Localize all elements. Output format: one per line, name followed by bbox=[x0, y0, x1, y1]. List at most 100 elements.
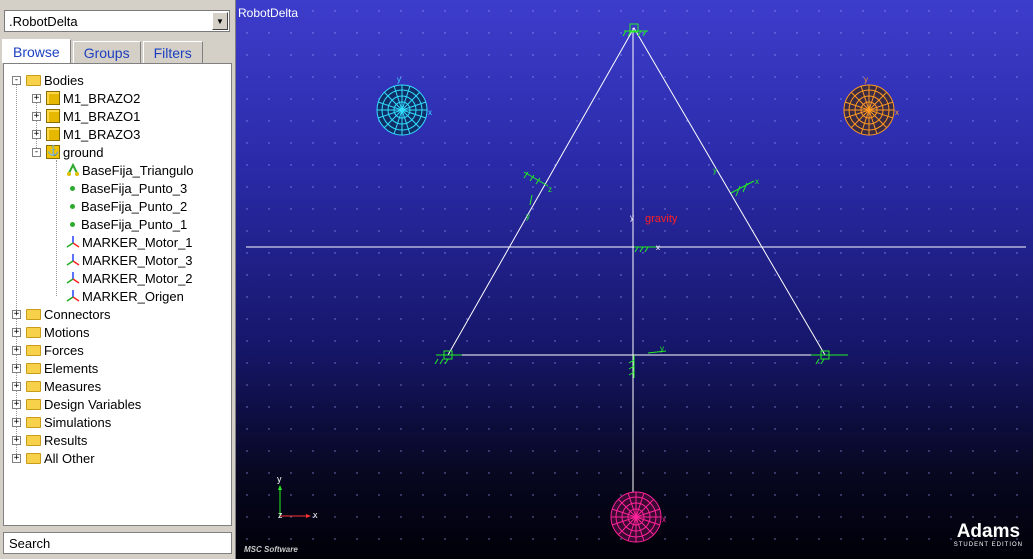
browser-tabs: Browse Groups Filters bbox=[2, 39, 205, 63]
tree-label: MARKER_Origen bbox=[82, 288, 184, 304]
tree-item-marker-motor-2[interactable]: MARKER_Motor_2 bbox=[66, 269, 193, 287]
tree-item-measures[interactable]: + Measures bbox=[12, 377, 101, 395]
chevron-down-icon[interactable]: ▼ bbox=[212, 12, 228, 30]
expand-icon[interactable]: + bbox=[32, 129, 41, 139]
tree-label: Measures bbox=[44, 378, 102, 394]
marker-icon bbox=[66, 236, 80, 248]
tree-item-marker-motor-1[interactable]: MARKER_Motor_1 bbox=[66, 233, 193, 251]
gravity-label[interactable]: gravity bbox=[645, 213, 677, 225]
rigid-body-icon bbox=[46, 91, 60, 105]
triad-y-label: y bbox=[277, 474, 282, 484]
expand-icon[interactable]: + bbox=[12, 453, 21, 463]
folder-icon bbox=[26, 452, 41, 464]
expand-icon[interactable]: + bbox=[32, 111, 41, 121]
collapse-icon[interactable]: - bbox=[12, 75, 21, 85]
marker-icon bbox=[66, 254, 80, 266]
expand-icon[interactable]: + bbox=[12, 327, 21, 337]
marker-icon bbox=[66, 290, 80, 302]
tree-item-all-other[interactable]: + All Other bbox=[12, 449, 95, 467]
tree-label: BaseFija_Punto_1 bbox=[81, 216, 188, 232]
tree-item-design-variables[interactable]: + Design Variables bbox=[12, 395, 141, 413]
triad-x-label: x bbox=[313, 510, 318, 520]
brand-edition: STUDENT EDITION bbox=[953, 542, 1023, 548]
svg-text:y: y bbox=[713, 166, 717, 175]
graphics-viewport[interactable]: z y x y x y y x y x y x RobotDelta gravi… bbox=[236, 0, 1033, 559]
tree-label: M1_BRAZO2 bbox=[63, 90, 141, 106]
tree-item-basefija-punto-2[interactable]: BaseFija_Punto_2 bbox=[66, 197, 187, 215]
tree-label: M1_BRAZO1 bbox=[63, 108, 141, 124]
search-input[interactable]: Search bbox=[3, 532, 232, 554]
expand-icon[interactable]: + bbox=[12, 399, 21, 409]
tree-item-marker-motor-3[interactable]: MARKER_Motor_3 bbox=[66, 251, 193, 269]
collapse-icon[interactable]: - bbox=[32, 147, 41, 157]
tree-label: MARKER_Motor_3 bbox=[82, 252, 193, 268]
tab-browse[interactable]: Browse bbox=[2, 39, 71, 63]
tab-groups[interactable]: Groups bbox=[72, 41, 141, 63]
tree-item-elements[interactable]: + Elements bbox=[12, 359, 98, 377]
brand-name: Adams bbox=[956, 521, 1021, 542]
tree-label: Elements bbox=[44, 360, 99, 376]
tree-item-results[interactable]: + Results bbox=[12, 431, 87, 449]
tree-label: BaseFija_Punto_2 bbox=[81, 198, 188, 214]
expand-icon[interactable]: + bbox=[32, 93, 41, 103]
tree-label: BaseFija_Punto_3 bbox=[81, 180, 188, 196]
tree-item-marker-origen[interactable]: MARKER_Origen bbox=[66, 287, 184, 305]
viewport-title: RobotDelta bbox=[238, 6, 299, 20]
tree-item-m1-brazo1[interactable]: + M1_BRAZO1 bbox=[32, 107, 140, 125]
tree-item-connectors[interactable]: + Connectors bbox=[12, 305, 110, 323]
tree-label: ground bbox=[63, 144, 104, 160]
expand-icon[interactable]: + bbox=[12, 435, 21, 445]
marker-icon bbox=[66, 272, 80, 284]
tree-item-motions[interactable]: + Motions bbox=[12, 323, 90, 341]
point-icon bbox=[70, 221, 75, 227]
grid-dots bbox=[236, 0, 1033, 559]
tree-item-basefija-punto-3[interactable]: BaseFija_Punto_3 bbox=[66, 179, 187, 197]
viewport-canvas: z y x y x y y x y x y x bbox=[236, 0, 1033, 559]
tree-label: MARKER_Motor_1 bbox=[82, 234, 193, 250]
svg-text:x: x bbox=[755, 177, 759, 186]
tree-label: All Other bbox=[44, 450, 95, 466]
tree-item-simulations[interactable]: + Simulations bbox=[12, 413, 111, 431]
tree-item-forces[interactable]: + Forces bbox=[12, 341, 84, 359]
model-select[interactable]: .RobotDelta ▼ bbox=[4, 10, 230, 32]
tree-label: Connectors bbox=[44, 306, 111, 322]
tree-item-m1-brazo2[interactable]: + M1_BRAZO2 bbox=[32, 89, 140, 107]
expand-icon[interactable]: + bbox=[12, 363, 21, 373]
point-icon bbox=[70, 203, 75, 209]
svg-text:y: y bbox=[397, 75, 401, 84]
folder-icon bbox=[26, 362, 41, 374]
model-tree: - Bodies + M1_BRAZO2 + M1_BRAZO1 + M1_BR… bbox=[3, 63, 232, 526]
adams-logo: Adams STUDENT EDITION bbox=[953, 521, 1023, 549]
tree-label: BaseFija_Triangulo bbox=[82, 162, 194, 178]
tree-label: Simulations bbox=[44, 414, 112, 430]
tree-item-m1-brazo3[interactable]: + M1_BRAZO3 bbox=[32, 125, 140, 143]
tree-label: Bodies bbox=[44, 72, 84, 88]
folder-icon bbox=[26, 416, 41, 428]
svg-text:y: y bbox=[526, 212, 530, 221]
expand-icon[interactable]: + bbox=[12, 417, 21, 427]
expand-icon[interactable]: + bbox=[12, 381, 21, 391]
expand-icon[interactable]: + bbox=[12, 345, 21, 355]
folder-icon bbox=[26, 326, 41, 338]
triad-z-label: z bbox=[278, 510, 283, 520]
tree-label: Motions bbox=[44, 324, 90, 340]
tree-item-basefija-triangulo[interactable]: BaseFija_Triangulo bbox=[66, 161, 194, 179]
expand-icon[interactable]: + bbox=[12, 309, 21, 319]
ground-anchor-icon: ⚓ bbox=[46, 145, 60, 159]
tree-label: Design Variables bbox=[44, 396, 142, 412]
tree-label: M1_BRAZO3 bbox=[63, 126, 141, 142]
tree-label: Forces bbox=[44, 342, 84, 358]
tab-filters[interactable]: Filters bbox=[142, 41, 203, 63]
svg-text:x: x bbox=[428, 108, 432, 117]
tree-label: Results bbox=[44, 432, 88, 448]
tree-item-ground[interactable]: - ⚓ ground bbox=[32, 143, 103, 161]
tree-label: MARKER_Motor_2 bbox=[82, 270, 193, 286]
model-select-value: .RobotDelta bbox=[9, 13, 78, 29]
tree-item-basefija-punto-1[interactable]: BaseFija_Punto_1 bbox=[66, 215, 187, 233]
tree-line bbox=[56, 160, 57, 296]
folder-icon bbox=[26, 398, 41, 410]
model-browser-panel: .RobotDelta ▼ Browse Groups Filters - Bo… bbox=[0, 0, 236, 559]
folder-icon bbox=[26, 434, 41, 446]
tree-item-bodies[interactable]: - Bodies bbox=[12, 71, 84, 89]
svg-text:z: z bbox=[548, 185, 552, 194]
